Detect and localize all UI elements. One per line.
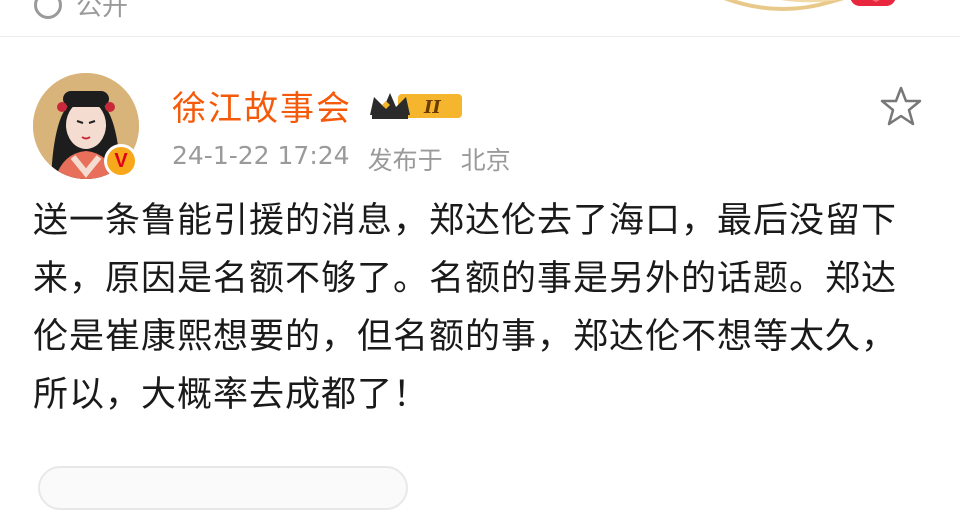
privacy-indicator: 公开 (34, 0, 128, 23)
top-bar: 公开 (0, 0, 960, 36)
decoration-image (724, 0, 896, 12)
post-text: 送一条鲁能引援的消息，郑达伦去了海口，最后没留下来，原因是名额不够了。名额的事是… (33, 201, 898, 415)
vip-level: II (423, 97, 441, 118)
published-label: 发布于 (367, 146, 443, 175)
verified-v-icon: V (104, 144, 138, 178)
post-timestamp: 24-1-22 17:24 (172, 141, 350, 170)
star-icon[interactable] (880, 85, 922, 127)
globe-icon (34, 0, 62, 19)
post-location: 北京 (460, 146, 511, 175)
vip-crown-badge[interactable]: II (368, 89, 464, 123)
username[interactable]: 徐江故事会 (172, 81, 352, 130)
privacy-label: 公开 (76, 0, 129, 22)
attachment-card[interactable] (38, 466, 408, 510)
post-meta: 24-1-22 17:24 发布于 北京 (172, 141, 511, 177)
post-header: V 徐江故事会 II 24-1-22 17:24 发布于 北京 (0, 37, 960, 192)
